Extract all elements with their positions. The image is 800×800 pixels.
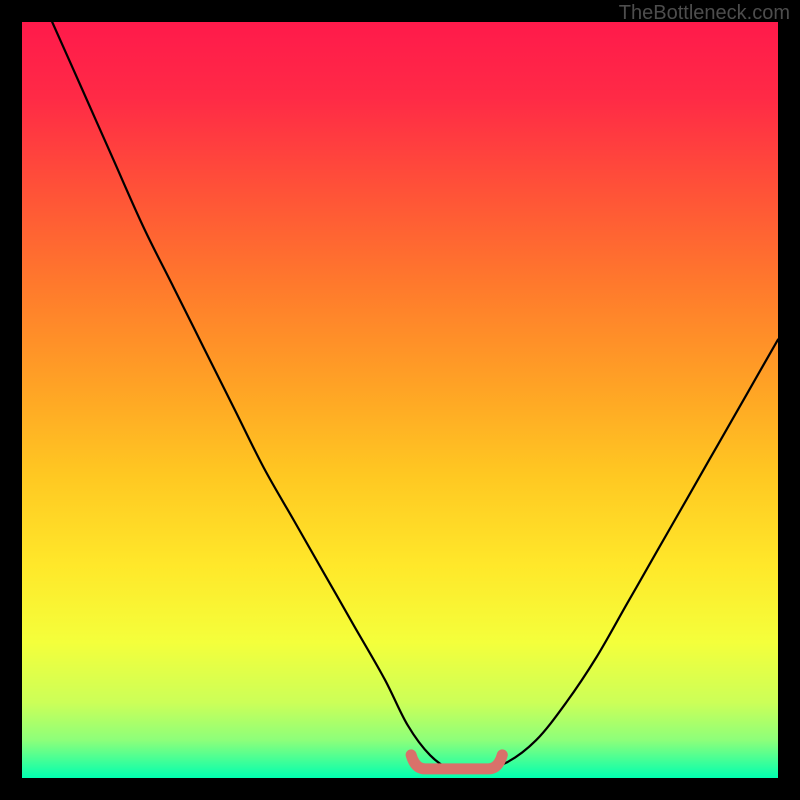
watermark-text: TheBottleneck.com: [619, 2, 790, 25]
outer-frame: TheBottleneck.com: [0, 0, 800, 800]
gradient-background: [22, 22, 778, 778]
chart-svg: [22, 22, 778, 778]
plot-area: [22, 22, 778, 778]
